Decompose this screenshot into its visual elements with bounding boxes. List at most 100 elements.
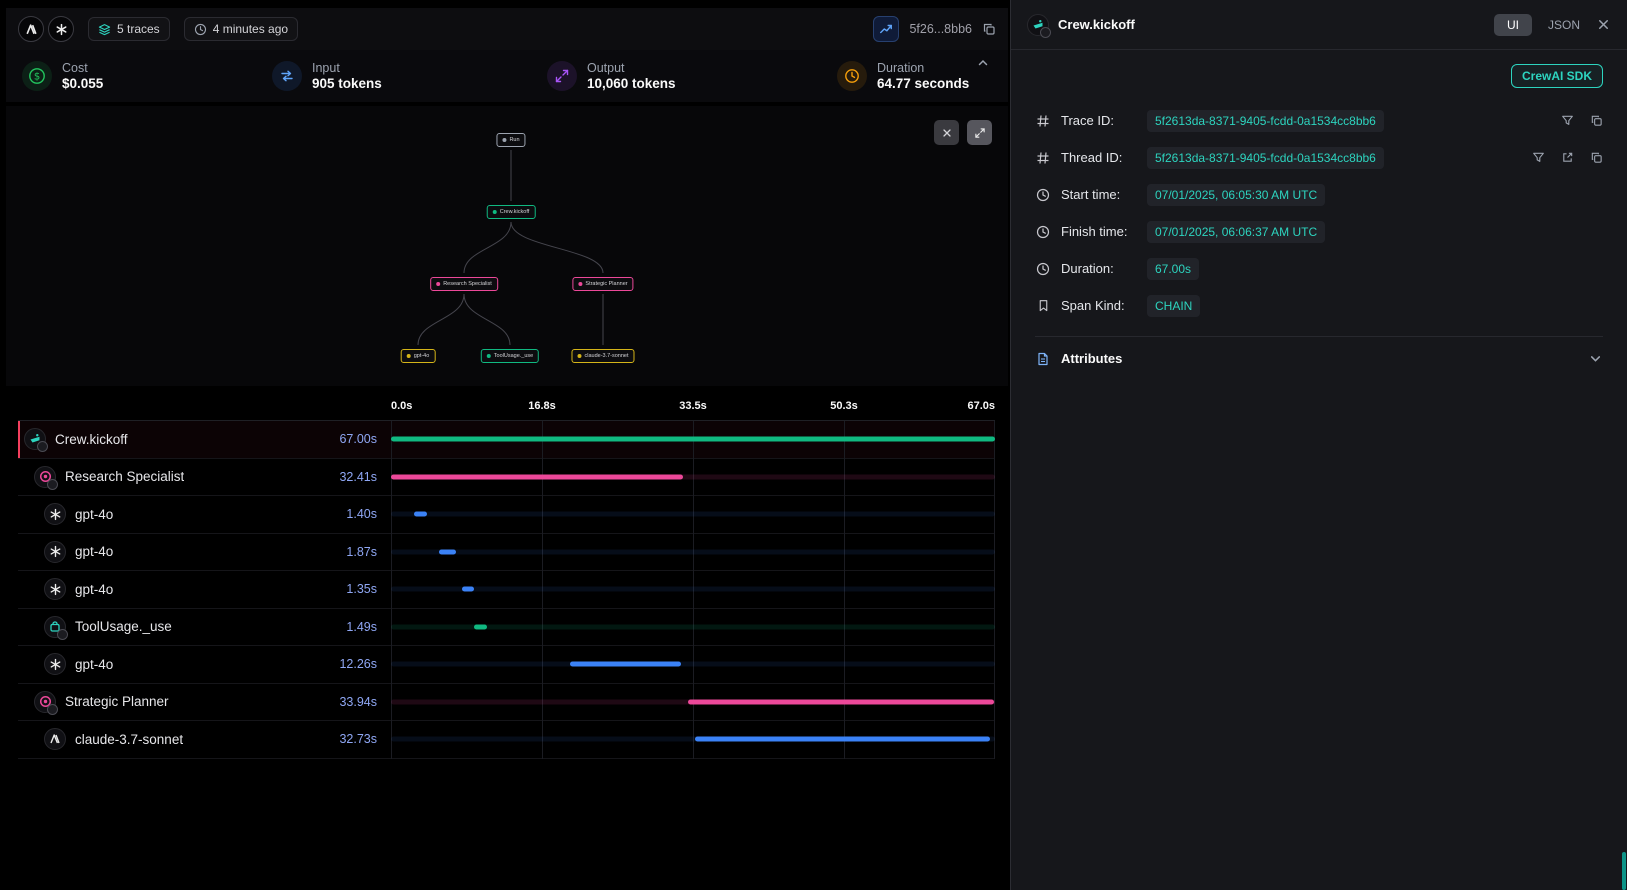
field-value[interactable]: 5f2613da-8371-9405-fcdd-0a1534cc8bb6 [1147, 110, 1384, 132]
stat-label: Cost [62, 61, 103, 75]
stats-row: $ Cost $0.055 Input 905 tokens [6, 50, 1008, 102]
span-label: gpt-4o [75, 507, 113, 522]
input-tokens-icon [272, 61, 302, 91]
span-bar[interactable] [570, 662, 681, 667]
trace-time-badge[interactable]: 4 minutes ago [184, 17, 298, 41]
field-label: Start time: [1061, 187, 1137, 202]
close-graph-button[interactable] [934, 120, 959, 145]
field-value[interactable]: 07/01/2025, 06:06:37 AM UTC [1147, 221, 1325, 243]
span-duration: 32.41s [339, 470, 377, 484]
stat-label: Output [587, 61, 676, 75]
span-bar-track [391, 646, 995, 683]
graph-node[interactable]: Research Specialist [430, 277, 498, 291]
clock-icon [1035, 225, 1051, 239]
span-duration: 32.73s [339, 732, 377, 746]
agent-icon [34, 691, 56, 713]
graph-node[interactable]: claude-3.7-sonnet [571, 349, 634, 363]
span-bar-track [391, 421, 995, 458]
span-label: gpt-4o [75, 544, 113, 559]
sdk-badge[interactable]: CrewAI SDK [1511, 64, 1603, 88]
external-icon[interactable] [1561, 151, 1574, 164]
hash-icon [1035, 114, 1051, 128]
graph-node[interactable]: Crew.kickoff [487, 205, 536, 219]
trace-short-id: 5f26...8bb6 [909, 22, 972, 36]
timeline-row[interactable]: gpt-4o 1.35s [18, 571, 995, 609]
field-value[interactable]: 07/01/2025, 06:05:30 AM UTC [1147, 184, 1325, 206]
span-label: ToolUsage._use [75, 619, 172, 634]
node-type-dot [502, 138, 506, 142]
graph-edges [6, 106, 1008, 386]
span-bar[interactable] [391, 437, 995, 442]
copy-icon[interactable] [1590, 114, 1603, 127]
axis-tick: 33.5s [679, 400, 707, 412]
field-label: Trace ID: [1061, 113, 1137, 128]
timeline-row[interactable]: gpt-4o 12.26s [18, 646, 995, 684]
graph-node[interactable]: Strategic Planner [572, 277, 633, 291]
timeline-row[interactable]: Research Specialist 32.41s [18, 459, 995, 497]
span-bar[interactable] [462, 587, 474, 592]
span-bar[interactable] [474, 624, 487, 629]
timeline-row[interactable]: Crew.kickoff 67.00s [18, 421, 995, 459]
graph-node-label: Research Specialist [443, 281, 492, 287]
agent-icon [34, 466, 56, 488]
traces-count-badge[interactable]: 5 traces [88, 17, 170, 41]
expand-graph-button[interactable] [967, 120, 992, 145]
span-bar[interactable] [688, 699, 994, 704]
span-bar-track [391, 496, 995, 533]
field-label: Thread ID: [1061, 150, 1137, 165]
span-duration: 33.94s [339, 695, 377, 709]
close-panel-icon[interactable] [1596, 17, 1611, 32]
span-bar-track [391, 534, 995, 571]
graph-node[interactable]: gpt-4o [401, 349, 436, 363]
detail-body: CrewAI SDK Trace ID: 5f2613da-8371-9405-… [1011, 50, 1627, 366]
span-bar[interactable] [391, 474, 683, 479]
field-value[interactable]: CHAIN [1147, 295, 1200, 317]
timeline-row[interactable]: gpt-4o 1.40s [18, 496, 995, 534]
span-detail-panel: Crew.kickoff UI JSON CrewAI SDK Trace ID… [1010, 0, 1627, 890]
field-value[interactable]: 67.00s [1147, 258, 1199, 280]
field-label: Finish time: [1061, 224, 1137, 239]
span-duration: 1.40s [346, 507, 377, 521]
copy-icon[interactable] [1590, 151, 1603, 164]
collapse-stats-chevron-up-icon[interactable] [976, 56, 990, 70]
stat-duration: Duration 64.77 seconds [837, 61, 969, 91]
span-duration: 67.00s [339, 432, 377, 446]
graph-node-label: Run [509, 137, 519, 143]
layers-icon [98, 23, 111, 36]
detail-title: Crew.kickoff [1058, 17, 1135, 32]
openai-icon [44, 503, 66, 525]
node-type-dot [493, 210, 497, 214]
stat-value: 64.77 seconds [877, 76, 969, 91]
span-bar[interactable] [439, 549, 456, 554]
filter-icon[interactable] [1532, 151, 1545, 164]
tab-json[interactable]: JSON [1548, 18, 1580, 32]
graph-node[interactable]: Run [496, 133, 525, 147]
graph-node-label: Strategic Planner [585, 281, 627, 287]
app-root: 5 traces 4 minutes ago 5f26...8bb6 [0, 0, 1627, 890]
timeline-row[interactable]: Strategic Planner 33.94s [18, 684, 995, 722]
span-bar-track [391, 721, 995, 758]
openai-icon [44, 653, 66, 675]
field-value[interactable]: 5f2613da-8371-9405-fcdd-0a1534cc8bb6 [1147, 147, 1384, 169]
stat-value: 905 tokens [312, 76, 382, 91]
graph-node-label: Crew.kickoff [500, 209, 530, 215]
graph-node[interactable]: ToolUsage._use [481, 349, 539, 363]
attributes-label: Attributes [1061, 351, 1122, 366]
detail-field: Duration: 67.00s [1035, 250, 1603, 287]
anthropic-icon [44, 728, 66, 750]
field-label: Span Kind: [1061, 298, 1137, 313]
timeline-row[interactable]: claude-3.7-sonnet 32.73s [18, 721, 995, 759]
span-bar[interactable] [695, 737, 990, 742]
copy-trace-id-icon[interactable] [982, 22, 996, 36]
field-label: Duration: [1061, 261, 1137, 276]
scrollbar-thumb[interactable] [1622, 852, 1626, 890]
clock-icon [837, 61, 867, 91]
span-bar[interactable] [414, 512, 427, 517]
tab-ui[interactable]: UI [1494, 14, 1532, 36]
filter-icon[interactable] [1561, 114, 1574, 127]
graph-node-label: claude-3.7-sonnet [584, 353, 628, 359]
timeline-row[interactable]: gpt-4o 1.87s [18, 534, 995, 572]
timeline-row[interactable]: ToolUsage._use 1.49s [18, 609, 995, 647]
attributes-toggle[interactable]: Attributes [1035, 336, 1603, 366]
metrics-button[interactable] [873, 16, 899, 42]
